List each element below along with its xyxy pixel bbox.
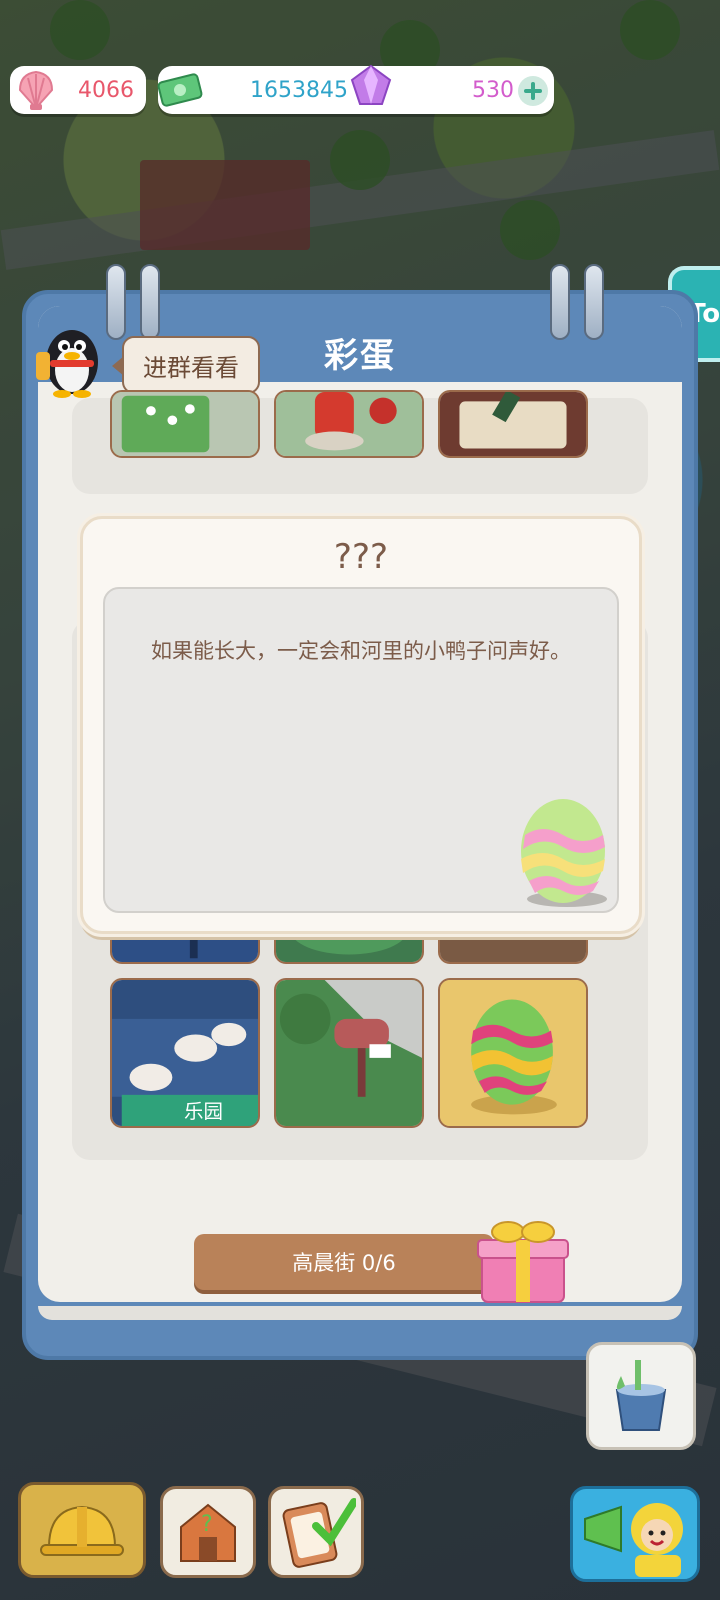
shell-icon — [18, 70, 54, 110]
megaphone-character-icon — [584, 1503, 683, 1577]
easter-egg-icon — [521, 799, 607, 907]
bucket-tool-button[interactable] — [586, 1342, 696, 1450]
plus-icon — [524, 82, 542, 100]
join-group-bubble[interactable]: 进群看看 — [112, 336, 260, 394]
card-grid-top — [72, 390, 648, 494]
binder-ring — [106, 264, 126, 340]
egg-detail-popup: ??? 如果能长大，一定会和河里的小鸭子问声好。 — [80, 516, 642, 934]
popup-title: ??? — [333, 537, 389, 577]
binder-ring — [140, 264, 160, 340]
cash-icon — [157, 73, 203, 107]
easter-egg-icon — [440, 980, 586, 1126]
popup-description: 如果能长大，一定会和河里的小鸭子问声好。 — [151, 639, 571, 663]
statue-tile-icon — [440, 392, 586, 456]
street-progress-button[interactable]: 高晨街 0/6 — [194, 1234, 494, 1290]
penguin-mascot-icon[interactable] — [32, 318, 108, 398]
gift-box-icon[interactable] — [474, 1210, 572, 1306]
cats-roof-tile-icon: 乐园 — [112, 980, 258, 1126]
shell-counter: 4066 — [10, 66, 146, 114]
hard-hat-icon — [40, 1505, 124, 1556]
binder-ring — [584, 264, 604, 340]
mailbox-tile-icon — [276, 980, 422, 1126]
tasks-button[interactable] — [268, 1486, 364, 1578]
gem-count: 530 — [472, 77, 514, 103]
gem-icon — [350, 64, 392, 105]
add-gems-button[interactable] — [518, 76, 548, 106]
postbox-tile-icon — [276, 392, 422, 456]
clipboard-check-icon — [282, 1498, 356, 1568]
cash-gem-counter: 1653845 530 — [157, 64, 554, 114]
binder-ring — [550, 264, 570, 340]
announcer-button[interactable] — [570, 1486, 700, 1582]
shop-button[interactable]: ? — [160, 1486, 256, 1578]
cats-roof-sign: 乐园 — [184, 1100, 223, 1123]
house-question-icon: ? — [180, 1503, 236, 1562]
popup-body: 如果能长大，一定会和河里的小鸭子问声好。 — [103, 587, 619, 913]
build-button[interactable] — [18, 1482, 146, 1578]
egg-card[interactable] — [438, 978, 588, 1128]
statue-card[interactable] — [438, 390, 588, 458]
cash-count: 1653845 — [250, 77, 348, 103]
shell-count: 4066 — [78, 77, 134, 103]
mailbox-card[interactable] — [274, 978, 424, 1128]
cats-roof-card[interactable]: 乐园 — [110, 978, 260, 1128]
garden-card[interactable] — [110, 390, 260, 458]
svg-text:?: ? — [201, 1512, 213, 1537]
postbox-card[interactable] — [274, 390, 424, 458]
bucket-icon — [615, 1360, 667, 1431]
garden-tile-icon — [112, 392, 258, 456]
